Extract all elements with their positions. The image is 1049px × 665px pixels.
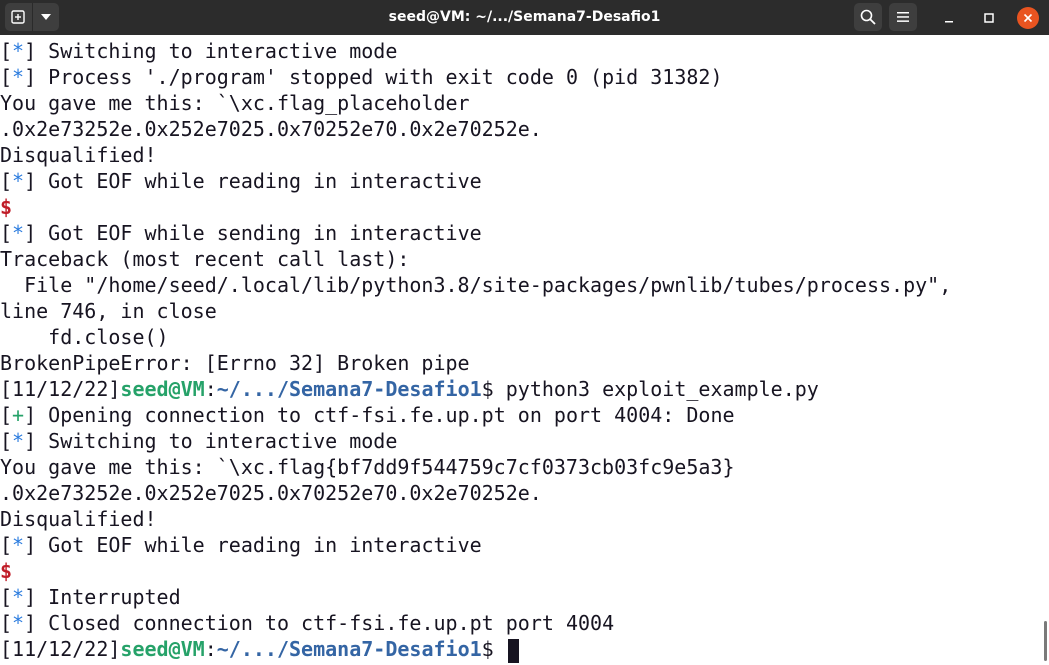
- line-text: Switching to interactive mode: [36, 39, 398, 63]
- line-text: fd.close(): [0, 325, 169, 349]
- status-marker: *: [12, 221, 25, 245]
- search-button[interactable]: [854, 3, 882, 31]
- status-marker: *: [12, 429, 25, 453]
- line-text: .0x2e73252e.0x252e7025.0x70252e70.0x2e70…: [0, 481, 542, 505]
- status-marker: *: [12, 39, 25, 63]
- status-marker: *: [12, 611, 25, 635]
- chevron-down-icon: [40, 14, 51, 20]
- prompt-date: [11/12/22]: [0, 637, 121, 661]
- terminal-line: File "/home/seed/.local/lib/python3.8/si…: [0, 272, 1040, 298]
- prompt-separator: :: [204, 377, 217, 401]
- terminal-line: [*] Got EOF while reading in interactive: [0, 533, 482, 557]
- status-marker: *: [12, 65, 25, 89]
- terminal-line: You gave me this: `\xc.flag_placeholder: [0, 90, 1040, 116]
- prompt-path: ~/.../Semana7-Desafio1: [216, 377, 482, 401]
- line-text: You gave me this: `\xc.flag_placeholder: [0, 91, 470, 115]
- maximize-icon: [984, 13, 994, 23]
- terminal-line: [*] Closed connection to ctf-fsi.fe.up.p…: [0, 611, 615, 635]
- line-text: Process './program' stopped with exit co…: [36, 65, 723, 89]
- line-text: Opening connection to ctf-fsi.fe.up.pt o…: [36, 403, 735, 427]
- line-text: Disqualified!: [0, 507, 157, 531]
- shell-prompt-line: [11/12/22]seed@VM:~/.../Semana7-Desafio1…: [0, 636, 1040, 663]
- tab-menu-dropdown-button[interactable]: [31, 3, 60, 31]
- terminal-line: Disqualified!: [0, 142, 1040, 168]
- line-text: File "/home/seed/.local/lib/python3.8/si…: [0, 273, 952, 297]
- prompt-user: seed@VM: [120, 377, 205, 401]
- maximize-button[interactable]: [978, 7, 1000, 29]
- dollar-prompt: $: [0, 559, 13, 583]
- text-cursor: [507, 638, 519, 663]
- new-tab-group: [5, 3, 59, 31]
- terminal-line: $: [0, 558, 1040, 584]
- prompt-path: ~/.../Semana7-Desafio1: [216, 637, 482, 661]
- line-text: Got EOF while sending in interactive: [36, 221, 482, 245]
- terminal-line: .0x2e73252e.0x252e7025.0x70252e70.0x2e70…: [0, 116, 1040, 142]
- minimize-icon: [945, 21, 953, 23]
- prompt-separator: :: [204, 637, 217, 661]
- new-tab-icon: [11, 10, 25, 24]
- minimize-button[interactable]: [938, 7, 960, 29]
- prompt-date: [11/12/22]: [0, 377, 121, 401]
- terminal-line: line 746, in close: [0, 298, 1040, 324]
- terminal-line: [*] Switching to interactive mode: [0, 39, 398, 63]
- terminal-line: Disqualified!: [0, 506, 1040, 532]
- prompt-symbol: $: [481, 637, 506, 661]
- scrollbar-thumb[interactable]: [1044, 621, 1047, 661]
- terminal-line: [*] Got EOF while sending in interactive: [0, 221, 482, 245]
- status-marker: *: [12, 169, 25, 193]
- prompt-user: seed@VM: [120, 637, 205, 661]
- status-marker: +: [12, 403, 25, 427]
- terminal-scrollbar[interactable]: [1042, 38, 1049, 665]
- command-text: python3 exploit_example.py: [505, 377, 819, 401]
- line-text: Got EOF while reading in interactive: [36, 533, 482, 557]
- line-text: line 746, in close: [0, 299, 217, 323]
- line-text: Traceback (most recent call last):: [0, 247, 410, 271]
- status-marker: *: [12, 585, 25, 609]
- terminal-line: BrokenPipeError: [Errno 32] Broken pipe: [0, 350, 1040, 376]
- line-text: Closed connection to ctf-fsi.fe.up.pt po…: [36, 611, 615, 635]
- prompt-symbol: $: [481, 377, 506, 401]
- line-text: Interrupted: [36, 585, 181, 609]
- terminal-line: [*] Process './program' stopped with exi…: [0, 65, 723, 89]
- hamburger-menu-icon: [897, 12, 909, 22]
- terminal-line: fd.close(): [0, 324, 1040, 350]
- new-tab-button[interactable]: [5, 3, 32, 31]
- terminal-output[interactable]: [*] Switching to interactive mode [*] Pro…: [0, 38, 1040, 665]
- shell-prompt-line: [11/12/22]seed@VM:~/.../Semana7-Desafio1…: [0, 376, 1040, 402]
- terminal-line: $: [0, 194, 1040, 220]
- menu-button[interactable]: [889, 3, 917, 31]
- line-text: Switching to interactive mode: [36, 429, 398, 453]
- search-icon: [860, 9, 876, 25]
- terminal-line: Traceback (most recent call last):: [0, 246, 1040, 272]
- status-marker: *: [12, 533, 25, 557]
- terminal-line: You gave me this: `\xc.flag{bf7dd9f54475…: [0, 454, 1040, 480]
- line-text: .0x2e73252e.0x252e7025.0x70252e70.0x2e70…: [0, 117, 542, 141]
- close-button[interactable]: [1017, 7, 1039, 29]
- terminal-line: .0x2e73252e.0x252e7025.0x70252e70.0x2e70…: [0, 480, 1040, 506]
- dollar-prompt: $: [0, 195, 13, 219]
- line-text: You gave me this: `\xc.flag{bf7dd9f54475…: [0, 455, 735, 479]
- terminal-line: [*] Interrupted: [0, 585, 181, 609]
- terminal-line: [+] Opening connection to ctf-fsi.fe.up.…: [0, 403, 735, 427]
- line-text: Disqualified!: [0, 143, 157, 167]
- title-bar: seed@VM: ~/.../Semana7-Desafio1: [0, 0, 1049, 35]
- terminal-line: [*] Switching to interactive mode: [0, 429, 398, 453]
- line-text: BrokenPipeError: [Errno 32] Broken pipe: [0, 351, 470, 375]
- line-text: Got EOF while reading in interactive: [36, 169, 482, 193]
- terminal-line: [*] Got EOF while reading in interactive: [0, 169, 482, 193]
- terminal-window: seed@VM: ~/.../Semana7-Desafio1 [*] Swit…: [0, 0, 1049, 665]
- close-icon: [1023, 13, 1033, 23]
